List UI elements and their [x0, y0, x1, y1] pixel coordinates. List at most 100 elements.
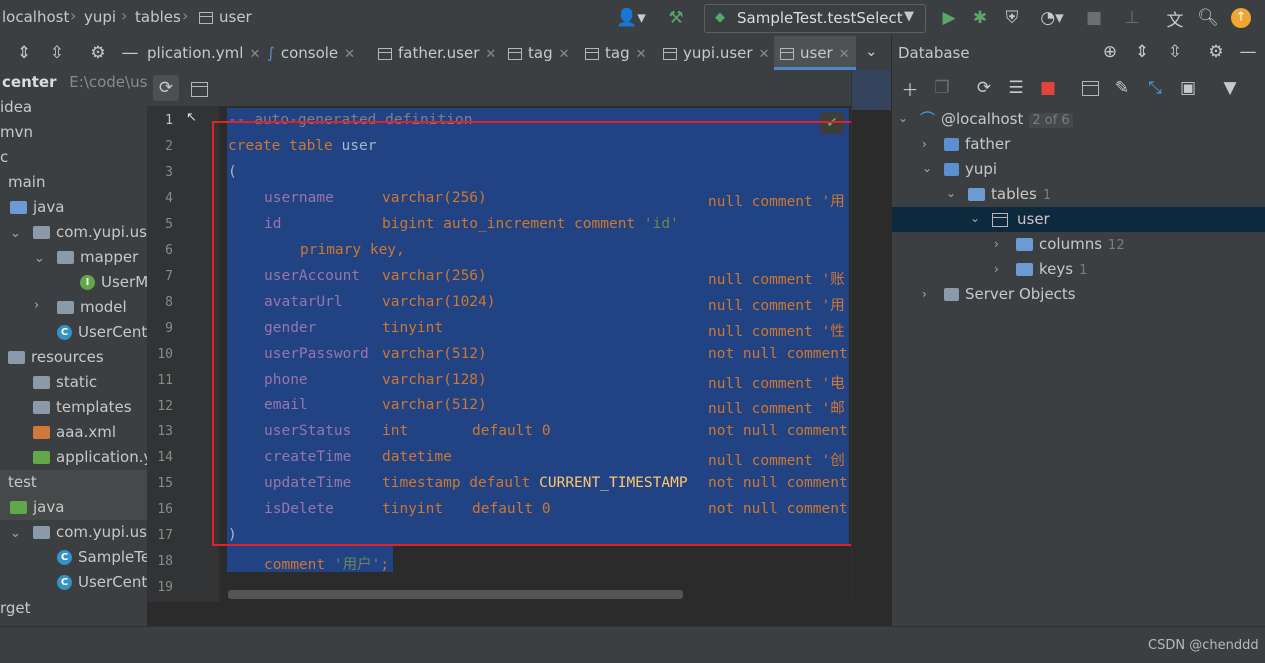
breadcrumb-localhost[interactable]: localhost — [2, 8, 69, 26]
db-table-user[interactable]: user — [992, 207, 1050, 232]
chevron-down-icon[interactable]: ⌄ — [922, 161, 932, 175]
translate-icon[interactable]: 文 — [1163, 6, 1187, 31]
hide-panel-icon[interactable]: — — [1236, 40, 1260, 64]
chevron-down-icon[interactable]: ⌄ — [34, 251, 45, 266]
search-icon[interactable]: 🔍︎ — [1196, 6, 1220, 30]
expand-all-icon[interactable]: ⇕ — [1130, 40, 1154, 64]
tab-tag[interactable]: tag ✕ — [508, 36, 570, 70]
chevron-down-icon[interactable]: ⌄ — [946, 186, 956, 200]
chevron-right-icon[interactable]: › — [994, 237, 999, 251]
jump-icon[interactable]: ⤡ — [1143, 76, 1167, 100]
chevron-right-icon[interactable]: › — [922, 287, 927, 301]
editor-minimap[interactable] — [851, 70, 892, 602]
line-number: 3 — [165, 165, 173, 180]
chevron-right-icon[interactable]: › — [922, 137, 927, 151]
db-keys-folder[interactable]: keys 1 — [1016, 257, 1087, 282]
chevron-down-icon[interactable]: ⌄ — [898, 111, 908, 125]
tree-item-application-yml[interactable]: application.y — [33, 445, 152, 470]
db-server-objects[interactable]: Server Objects — [944, 282, 1076, 307]
hide-panel-icon[interactable]: — — [118, 41, 142, 65]
tree-item-test-java[interactable]: java — [0, 495, 147, 520]
tree-item-sampletest[interactable]: C SampleTe — [57, 545, 150, 570]
tree-item-aaa-xml[interactable]: aaa.xml — [33, 420, 116, 445]
minimap-viewport[interactable] — [852, 70, 892, 110]
close-icon[interactable]: ✕ — [344, 47, 355, 62]
tree-item-test[interactable]: test — [0, 470, 147, 495]
close-icon[interactable]: ✕ — [559, 47, 570, 62]
schema-icon[interactable]: ☰ — [1004, 76, 1028, 100]
build-hammer-icon[interactable]: ⚒ — [664, 6, 688, 30]
tab-father-user[interactable]: father.user ✕ — [378, 36, 496, 70]
tree-item-usermapper[interactable]: I UserM — [80, 270, 148, 295]
table-icon — [585, 47, 599, 60]
collapse-all-icon[interactable]: ⇳ — [1163, 40, 1187, 64]
tree-item-mapper[interactable]: mapper — [57, 245, 138, 270]
edit-icon[interactable]: ✎ — [1110, 76, 1134, 100]
copy-icon[interactable]: ❐ — [930, 76, 954, 100]
run-configuration-select[interactable]: ◆ SampleTest.testSelect ▼ — [704, 4, 926, 33]
stop-icon[interactable]: ■ — [1082, 6, 1106, 30]
refresh-icon[interactable]: ⟳ — [153, 75, 179, 101]
tree-item-package[interactable]: com.yupi.use — [33, 220, 156, 245]
tree-item-model[interactable]: model — [57, 295, 127, 320]
expand-all-icon[interactable]: ⇕ — [12, 41, 36, 65]
close-icon[interactable]: ✕ — [636, 47, 647, 62]
breadcrumb-yupi[interactable]: yupi — [84, 8, 116, 26]
query-console-icon[interactable]: ▣ — [1176, 76, 1200, 100]
chevron-down-icon[interactable]: ⌄ — [865, 42, 878, 60]
tree-item-main[interactable]: main — [8, 170, 45, 195]
chevron-down-icon[interactable]: ⌄ — [10, 526, 21, 541]
collapse-all-icon[interactable]: ⇳ — [45, 41, 69, 65]
profile-icon[interactable]: ◔▾ — [1032, 6, 1072, 30]
run-icon[interactable]: ▶ — [937, 6, 961, 30]
horizontal-scrollbar[interactable] — [228, 590, 683, 599]
update-icon[interactable]: ↑ — [1229, 6, 1253, 30]
gear-icon[interactable]: ⚙ — [86, 41, 110, 65]
breadcrumb-tables[interactable]: tables — [135, 8, 181, 26]
tab-tag-2[interactable]: tag ✕ — [585, 36, 647, 70]
debug-icon[interactable]: ✱ — [968, 6, 992, 30]
db-schema-yupi[interactable]: yupi — [944, 157, 997, 182]
table-view-icon[interactable] — [191, 79, 214, 98]
tab-console[interactable]: ∫ console ✕ — [267, 36, 355, 70]
tab-yupi-user[interactable]: yupi.user ✕ — [663, 36, 769, 70]
stop-icon[interactable]: ■ — [1036, 76, 1060, 100]
breadcrumb-user[interactable]: user — [219, 8, 252, 26]
close-icon[interactable]: ✕ — [839, 47, 850, 62]
tree-item-target[interactable]: rget — [0, 596, 31, 621]
gear-icon[interactable]: ⚙ — [1204, 40, 1228, 64]
chevron-right-icon[interactable]: › — [994, 262, 999, 276]
target-icon[interactable]: ⊕ — [1098, 40, 1122, 64]
coverage-icon[interactable]: ⛨ — [1000, 6, 1024, 30]
tree-item-mvn[interactable]: mvn — [0, 120, 33, 145]
refresh-icon[interactable]: ⟳ — [972, 76, 996, 100]
close-icon[interactable]: ✕ — [485, 47, 496, 62]
tab-application-yml[interactable]: plication.yml ✕ — [147, 36, 260, 70]
tab-user[interactable]: user ✕ — [774, 36, 856, 70]
user-account-icon[interactable]: 👤▾ — [614, 6, 648, 30]
chevron-down-icon[interactable]: ⌄ — [10, 226, 21, 241]
line-number: 1 — [165, 113, 173, 128]
tree-item-test-package[interactable]: com.yupi.use — [33, 520, 156, 545]
tree-item-idea[interactable]: idea — [0, 95, 32, 120]
filter-icon[interactable]: ▼ — [1218, 76, 1242, 100]
tree-item-templates[interactable]: templates — [33, 395, 132, 420]
close-icon[interactable]: ✕ — [249, 47, 260, 62]
project-root[interactable]: center E:\code\user- — [2, 70, 167, 95]
tree-item-usercentertest[interactable]: C UserCente — [57, 570, 157, 595]
chevron-down-icon[interactable]: ⌄ — [970, 211, 980, 225]
db-columns-folder[interactable]: columns 12 — [1016, 232, 1125, 257]
db-host[interactable]: ⌒ @localhost 2 of 6 — [920, 107, 1073, 132]
close-icon[interactable]: ✕ — [759, 47, 770, 62]
vcs-icon[interactable]: ⊥ — [1120, 6, 1144, 30]
chevron-right-icon[interactable]: › — [34, 298, 39, 313]
tree-item-src[interactable]: c — [0, 145, 8, 170]
tree-item-static[interactable]: static — [33, 370, 97, 395]
table-icon[interactable] — [1078, 76, 1102, 100]
tree-item-usercenter[interactable]: C UserCente — [57, 320, 157, 345]
tree-item-resources[interactable]: resources — [8, 345, 104, 370]
db-tables-folder[interactable]: tables 1 — [968, 182, 1051, 207]
db-schema-father[interactable]: father — [944, 132, 1010, 157]
add-icon[interactable]: ＋ — [898, 76, 922, 101]
tree-item-java[interactable]: java — [10, 195, 64, 220]
